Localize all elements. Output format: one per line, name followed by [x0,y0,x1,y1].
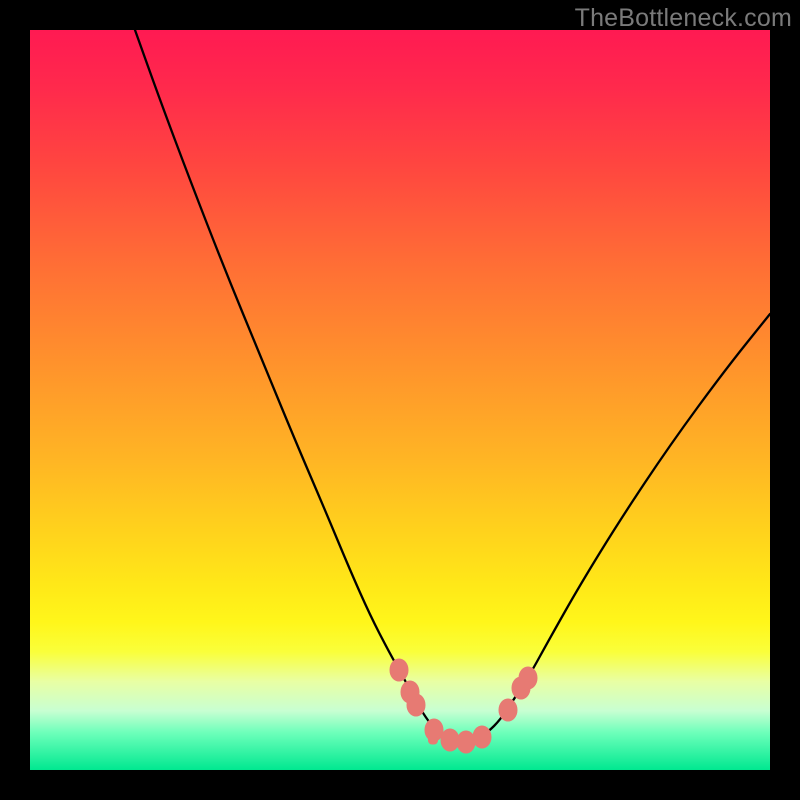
curve-left [135,30,460,742]
curve-marker [390,659,408,681]
plot-area [30,30,770,770]
curve-marker [499,699,517,721]
chart-frame: TheBottleneck.com [0,0,800,800]
curve-marker [457,731,475,753]
marker-layer [390,659,537,753]
curve-marker [407,694,425,716]
curve-right [460,314,770,742]
watermark-text: TheBottleneck.com [575,4,792,33]
curve-marker [473,726,491,748]
chart-svg [30,30,770,770]
curve-marker [441,729,459,751]
curve-marker [519,667,537,689]
curve-marker [425,719,443,741]
